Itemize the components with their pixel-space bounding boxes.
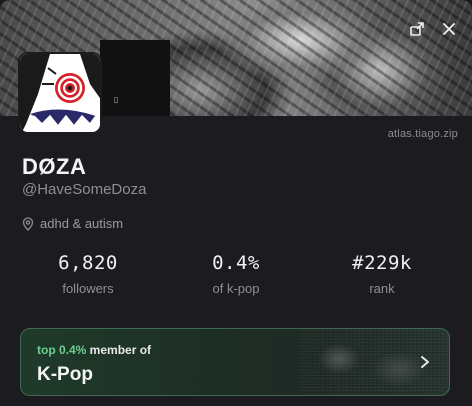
profile-card: ▯ atlas.tiago.zip DØZA @HaveSomeDoza adh…	[0, 0, 472, 406]
avatar[interactable]	[18, 52, 102, 134]
stat-followers: 6,820 followers	[28, 252, 148, 296]
stat-label: rank	[369, 281, 395, 296]
close-icon	[443, 23, 455, 35]
stats-row: 6,820 followers 0.4% of k-pop #229k rank	[0, 252, 472, 302]
stat-value: #229k	[352, 252, 412, 274]
location-pin-icon	[22, 216, 34, 231]
user-handle[interactable]: @HaveSomeDoza	[22, 181, 146, 198]
stat-percent: 0.4% of k-pop	[176, 252, 296, 296]
stat-value: 0.4%	[212, 252, 260, 274]
membership-suffix: member of	[86, 343, 152, 357]
community-membership-text: top 0.4% member of	[37, 343, 151, 357]
membership-percent: top 0.4%	[37, 343, 87, 357]
display-name: DØZA	[22, 154, 87, 179]
share-icon	[410, 22, 424, 36]
stat-value: 6,820	[58, 252, 118, 274]
banner-overlay	[100, 40, 170, 116]
close-button[interactable]	[436, 16, 462, 42]
source-domain: atlas.tiago.zip	[387, 128, 458, 140]
stat-label: followers	[62, 281, 114, 296]
banner-glyph: ▯	[114, 95, 119, 104]
bio-text: adhd & autism	[40, 216, 124, 231]
stat-rank: #229k rank	[322, 252, 442, 296]
stat-label: of k-pop	[212, 281, 260, 296]
share-button[interactable]	[404, 16, 430, 42]
avatar-image	[20, 54, 100, 132]
bio-line: adhd & autism	[22, 216, 123, 231]
community-name: K-Pop	[37, 364, 93, 385]
chevron-right-icon[interactable]	[415, 351, 435, 373]
community-card[interactable]: top 0.4% member of K-Pop	[20, 328, 450, 396]
